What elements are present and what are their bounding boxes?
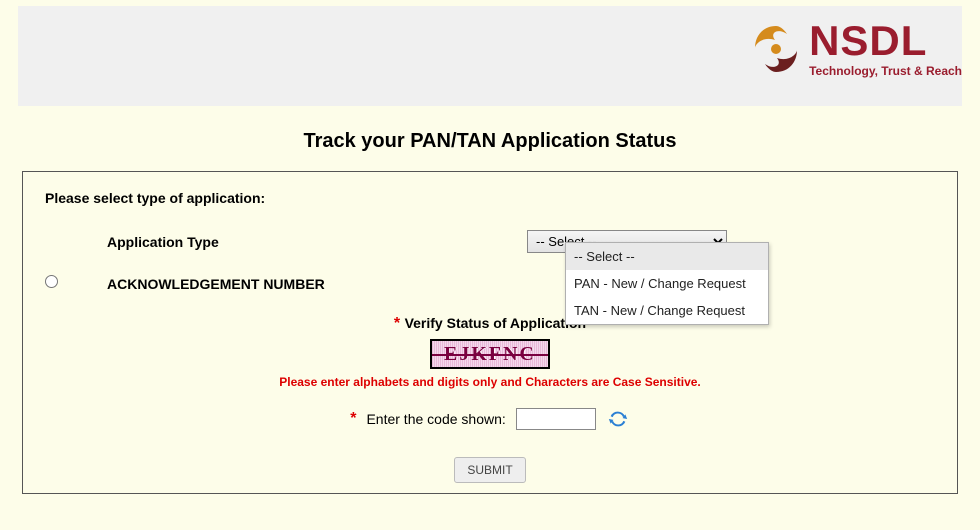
captcha-image: EJKFNC <box>430 339 550 369</box>
status-form: Please select type of application: Appli… <box>22 171 958 494</box>
nsdl-swirl-icon <box>749 22 803 76</box>
verify-section: * Verify Status of Application EJKFNC Pl… <box>45 315 935 483</box>
row-ack-number: ACKNOWLEDGEMENT NUMBER <box>45 275 935 293</box>
application-type-label: Application Type <box>107 234 527 250</box>
application-type-dropdown-list[interactable]: -- Select -- PAN - New / Change Request … <box>565 242 769 325</box>
ack-number-label: ACKNOWLEDGEMENT NUMBER <box>107 276 527 292</box>
header-bar: NSDL Technology, Trust & Reach <box>18 6 962 106</box>
dropdown-option[interactable]: PAN - New / Change Request <box>566 270 768 297</box>
code-label: Enter the code shown: <box>366 411 505 427</box>
ack-number-radio[interactable] <box>45 275 58 288</box>
required-asterisk: * <box>394 315 405 332</box>
code-entry-row: * Enter the code shown: <box>45 407 935 431</box>
captcha-note: Please enter alphabets and digits only a… <box>45 375 935 389</box>
required-asterisk: * <box>350 410 356 428</box>
logo-tagline: Technology, Trust & Reach <box>809 64 962 78</box>
page-title: Track your PAN/TAN Application Status <box>0 130 980 153</box>
dropdown-option[interactable]: TAN - New / Change Request <box>566 297 768 324</box>
captcha-input[interactable] <box>516 408 596 430</box>
submit-button[interactable]: SUBMIT <box>454 457 525 483</box>
section-heading: Please select type of application: <box>45 190 935 206</box>
dropdown-option[interactable]: -- Select -- <box>566 243 768 270</box>
logo-name: NSDL <box>809 20 962 62</box>
verify-heading: Verify Status of Application <box>405 315 587 331</box>
logo: NSDL Technology, Trust & Reach <box>749 20 962 78</box>
refresh-icon <box>607 408 629 430</box>
row-application-type: Application Type -- Select -- <box>45 230 935 253</box>
refresh-captcha-button[interactable] <box>606 407 630 431</box>
